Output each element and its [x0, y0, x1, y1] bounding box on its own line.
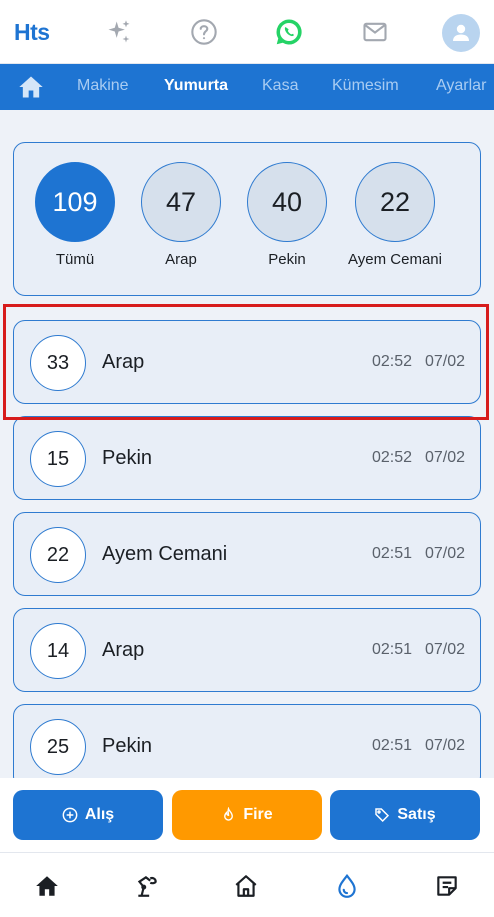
home-icon[interactable] [34, 873, 60, 899]
filter-count: 109 [35, 162, 115, 242]
entry-count: 15 [30, 431, 86, 487]
entry-name: Pekin [102, 447, 153, 469]
entry-count: 33 [30, 335, 86, 391]
tab-yumurta[interactable]: Yumurta [164, 77, 228, 95]
waste-button-label: Fire [243, 806, 273, 823]
action-bar: Alış Fire Satış [0, 778, 494, 852]
filter-label: Pekin [268, 251, 306, 268]
machine-icon[interactable] [134, 873, 160, 899]
tab-makine[interactable]: Makine [77, 77, 129, 95]
filter-all[interactable]: 109 Tümü [33, 162, 117, 268]
tag-icon [375, 808, 390, 823]
tab-kumesim[interactable]: Kümesim [332, 77, 399, 95]
entry-time: 02:51 [371, 641, 412, 658]
sparkles-icon[interactable] [103, 16, 135, 48]
filter-count: 22 [355, 162, 435, 242]
entry-count: 14 [30, 623, 86, 679]
list-item[interactable]: 25 Pekin 02:51 07/02 [13, 704, 481, 778]
home-icon [19, 76, 43, 98]
bottom-nav [0, 852, 494, 917]
entry-count: 22 [30, 527, 86, 583]
top-bar: Hts [0, 0, 494, 64]
filter-ayem-cemani[interactable]: 22 Ayem Cemani [347, 162, 443, 268]
entry-name: Pekin [102, 735, 153, 757]
entry-date: 07/02 [424, 641, 465, 658]
summary-card: 109 Tümü 47 Arap 40 Pekin 22 Ayem Cemani [13, 142, 481, 296]
list-item[interactable]: 33 Arap 02:52 07/02 [13, 320, 481, 404]
list-item[interactable]: 22 Ayem Cemani 02:51 07/02 [13, 512, 481, 596]
help-icon[interactable] [188, 16, 220, 48]
list-item[interactable]: 15 Pekin 02:52 07/02 [13, 416, 481, 500]
filter-label: Arap [165, 251, 197, 268]
notes-icon[interactable] [434, 873, 460, 899]
sell-button[interactable]: Satış [330, 790, 480, 840]
app-logo[interactable]: Hts [14, 19, 50, 46]
list-item[interactable]: 14 Arap 02:51 07/02 [13, 608, 481, 692]
tab-ayarlar[interactable]: Ayarlar [436, 77, 486, 95]
waste-button[interactable]: Fire [172, 790, 322, 840]
entry-name: Ayem Cemani [102, 543, 228, 565]
entry-list: 33 Arap 02:52 07/02 15 Pekin 02:52 07/02… [0, 300, 494, 778]
buy-button-label: Alış [84, 806, 115, 823]
mail-icon[interactable] [359, 16, 391, 48]
entry-time: 02:52 [371, 353, 412, 370]
entry-date: 07/02 [424, 545, 465, 562]
fire-icon [224, 807, 234, 821]
entry-date: 07/02 [424, 737, 465, 754]
whatsapp-icon[interactable] [273, 16, 305, 48]
filter-count: 40 [247, 162, 327, 242]
entry-name: Arap [102, 639, 145, 661]
entry-name: Arap [102, 351, 145, 373]
sell-button-label: Satış [397, 806, 436, 823]
filter-count: 47 [141, 162, 221, 242]
entry-time: 02:52 [371, 449, 412, 466]
entry-count: 25 [30, 719, 86, 775]
entry-date: 07/02 [424, 449, 465, 466]
avatar[interactable] [442, 14, 480, 52]
tab-kasa[interactable]: Kasa [262, 77, 298, 95]
filter-arap[interactable]: 47 Arap [139, 162, 223, 268]
avatar-icon [453, 24, 469, 41]
entry-date: 07/02 [424, 353, 465, 370]
entry-time: 02:51 [371, 737, 412, 754]
filter-pekin[interactable]: 40 Pekin [245, 162, 329, 268]
home-tab[interactable] [17, 74, 45, 100]
egg-drop-icon[interactable] [334, 873, 360, 899]
filter-label: Ayem Cemani [348, 251, 442, 268]
nav-bar: Makine Yumurta Kasa Kümesim Ayarlar [0, 64, 494, 110]
add-circle-icon [62, 807, 78, 823]
filter-label: Tümü [55, 251, 95, 268]
entry-time: 02:51 [371, 545, 412, 562]
buy-button[interactable]: Alış [13, 790, 163, 840]
coop-icon[interactable] [233, 873, 259, 899]
